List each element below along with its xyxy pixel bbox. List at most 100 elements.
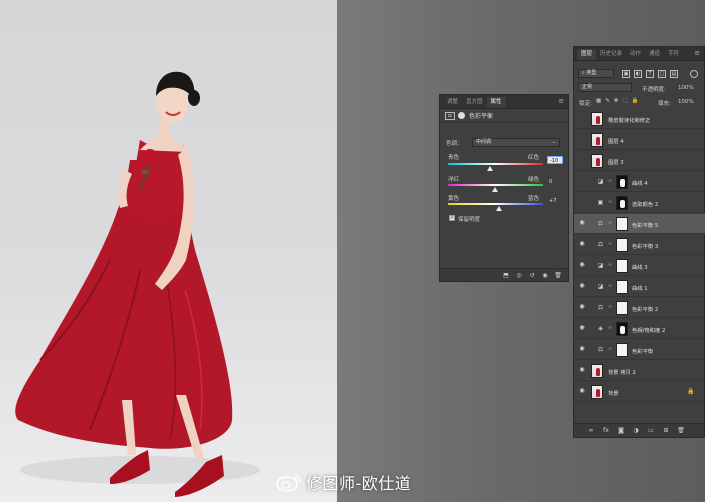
layer-row[interactable]: ◉ 背景 拷贝 2 [574, 361, 705, 381]
eye-icon[interactable]: ◉ [578, 262, 586, 268]
fx-icon[interactable]: fx [602, 427, 610, 434]
eye-icon[interactable]: ◉ [578, 346, 586, 352]
reset-icon[interactable]: ↺ [528, 272, 536, 279]
eye-icon[interactable]: ◉ [578, 388, 586, 394]
tab-adjustments[interactable]: 调整 [443, 97, 462, 108]
eye-icon[interactable]: ◉ [578, 304, 586, 310]
layer-mask-thumbnail[interactable] [616, 259, 628, 273]
photo-canvas[interactable] [0, 0, 337, 502]
eye-icon[interactable] [578, 157, 586, 163]
slider-cyan-red-value[interactable]: -10 [547, 156, 563, 164]
tab-actions[interactable]: 动作 [626, 49, 645, 60]
layer-row[interactable]: 图层 3 [574, 151, 705, 171]
layer-mask-thumbnail[interactable] [616, 238, 628, 252]
slider-green-label: 绿色 [528, 177, 540, 183]
chain-link-icon[interactable]: ∞ [608, 304, 612, 310]
eye-icon[interactable] [578, 136, 586, 142]
tab-character[interactable]: 字符 [664, 49, 683, 60]
slider-cyan-red-track[interactable] [448, 163, 543, 165]
layer-mask-thumbnail[interactable] [616, 175, 628, 189]
link-icon[interactable]: ∞ [587, 427, 595, 434]
layer-thumbnail [591, 133, 603, 147]
tab-histogram[interactable]: 直方图 [462, 97, 487, 108]
layer-row[interactable]: ◉ ⚖ ∞ 色彩平衡 [574, 340, 705, 360]
new-layer-icon[interactable]: ⊞ [662, 427, 670, 434]
layer-filter-select[interactable]: ⌕ 类型 [578, 69, 614, 78]
layer-row[interactable]: ◉ 背景 🔒 [574, 382, 705, 402]
chain-link-icon[interactable]: ∞ [608, 262, 612, 268]
slider-magenta-green-thumb[interactable] [492, 187, 498, 192]
folder-icon[interactable]: ▭ [647, 427, 655, 434]
panel-menu-icon[interactable]: ≡ [694, 49, 700, 60]
slider-yellow-blue-value[interactable]: +7 [547, 197, 563, 205]
trash-icon[interactable]: 🗑 [677, 427, 685, 434]
layer-row[interactable]: ◉ ⚖ ∞ 色彩平衡 3 [574, 235, 705, 255]
opacity-value[interactable]: 100% [678, 85, 694, 91]
layer-mask-thumbnail[interactable] [616, 343, 628, 357]
layer-row[interactable]: ◪ ∞ 曲线 4 [574, 172, 705, 192]
slider-magenta-green-value[interactable]: 0 [547, 178, 563, 186]
filter-pixel-icon[interactable]: ▣ [622, 70, 630, 78]
clip-icon[interactable]: ⬒ [502, 272, 510, 279]
slider-yellow-blue-thumb[interactable] [496, 206, 502, 211]
slider-blue-label: 蓝色 [528, 196, 540, 202]
layer-mask-thumbnail[interactable] [616, 322, 628, 336]
chain-link-icon[interactable]: ∞ [608, 325, 612, 331]
filter-shape-icon[interactable]: ▢ [658, 70, 666, 78]
eye-icon[interactable] [578, 115, 586, 121]
panel-menu-icon[interactable]: ≡ [558, 97, 564, 108]
chain-link-icon[interactable]: ∞ [608, 199, 612, 205]
chain-link-icon[interactable]: ∞ [608, 241, 612, 247]
tone-select[interactable]: 中间调 ⌄ [472, 138, 560, 147]
layer-row[interactable]: 橡皮胶液化和修正 [574, 109, 705, 129]
slider-yellow-blue-track[interactable] [448, 203, 543, 205]
layer-mask-thumbnail[interactable] [616, 196, 628, 210]
visibility-icon[interactable]: ◉ [541, 272, 549, 279]
layer-row[interactable]: ◉ ◈ ∞ 色相/饱和度 2 [574, 319, 705, 339]
layer-row[interactable]: ◉ ⚖ ∞ 色彩平衡 2 [574, 298, 705, 318]
eye-icon[interactable] [578, 178, 586, 184]
trash-icon[interactable]: 🗑 [554, 272, 562, 279]
mask-icon[interactable] [458, 112, 465, 119]
tab-properties[interactable]: 属性 [486, 97, 506, 108]
eye-icon[interactable]: ◉ [578, 283, 586, 289]
filter-toggle-icon[interactable] [690, 70, 698, 78]
layer-mask-thumbnail[interactable] [616, 301, 628, 315]
eye-toggle-icon[interactable]: ◎ [515, 272, 523, 279]
watermark-text: 修图师-欧仕道 [306, 474, 412, 493]
eye-icon[interactable]: ◉ [578, 325, 586, 331]
layer-row[interactable]: ▣ ∞ 选取颜色 2 [574, 193, 705, 213]
layer-mask-thumbnail[interactable] [616, 217, 628, 231]
adjustment-icon[interactable]: ◑ [632, 427, 640, 434]
eye-icon[interactable]: ◉ [578, 367, 586, 373]
chain-link-icon[interactable]: ∞ [608, 283, 612, 289]
preserve-luminosity-checkbox[interactable]: ✓ [449, 215, 455, 221]
chain-link-icon[interactable]: ∞ [608, 346, 612, 352]
eye-icon[interactable] [578, 199, 586, 205]
layer-row[interactable]: ◉ ⚖ ∞ 色彩平衡 5 [574, 214, 705, 234]
layer-row[interactable]: ◉ ◪ ∞ 曲线 3 [574, 256, 705, 276]
layer-mask-thumbnail[interactable] [616, 280, 628, 294]
tab-history[interactable]: 历史记录 [596, 49, 626, 60]
tab-channels[interactable]: 通道 [645, 49, 664, 60]
chain-link-icon[interactable]: ∞ [608, 220, 612, 226]
mask-icon[interactable]: ◙ [617, 427, 625, 434]
eye-icon[interactable]: ◉ [578, 220, 586, 226]
slider-red-label: 红色 [528, 155, 540, 161]
layer-name: 图层 3 [608, 160, 624, 166]
properties-panel: 调整 直方图 属性 ≡ ⚖ 色彩平衡 色调： 中间调 ⌄ 青色 红色 -10 洋… [439, 94, 569, 282]
slider-magenta-green-track[interactable] [448, 184, 543, 186]
layer-row[interactable]: ◉ ◪ ∞ 曲线 1 [574, 277, 705, 297]
filter-type-icon[interactable]: T [646, 70, 654, 78]
blend-mode-select[interactable]: 正常 [578, 83, 632, 92]
slider-cyan-red-thumb[interactable] [487, 166, 493, 171]
fill-value[interactable]: 100% [678, 99, 694, 105]
layer-thumbnail-figure [596, 158, 600, 166]
filter-adjustment-icon[interactable]: ◐ [634, 70, 642, 78]
tab-layers[interactable]: 图层 [577, 49, 597, 60]
eye-icon[interactable]: ◉ [578, 241, 586, 247]
layer-row[interactable]: 图层 4 [574, 130, 705, 150]
lock-icons[interactable]: ▦✎✥⬚🔒 [596, 98, 642, 104]
filter-smart-icon[interactable]: ▤ [670, 70, 678, 78]
chain-link-icon[interactable]: ∞ [608, 178, 612, 184]
